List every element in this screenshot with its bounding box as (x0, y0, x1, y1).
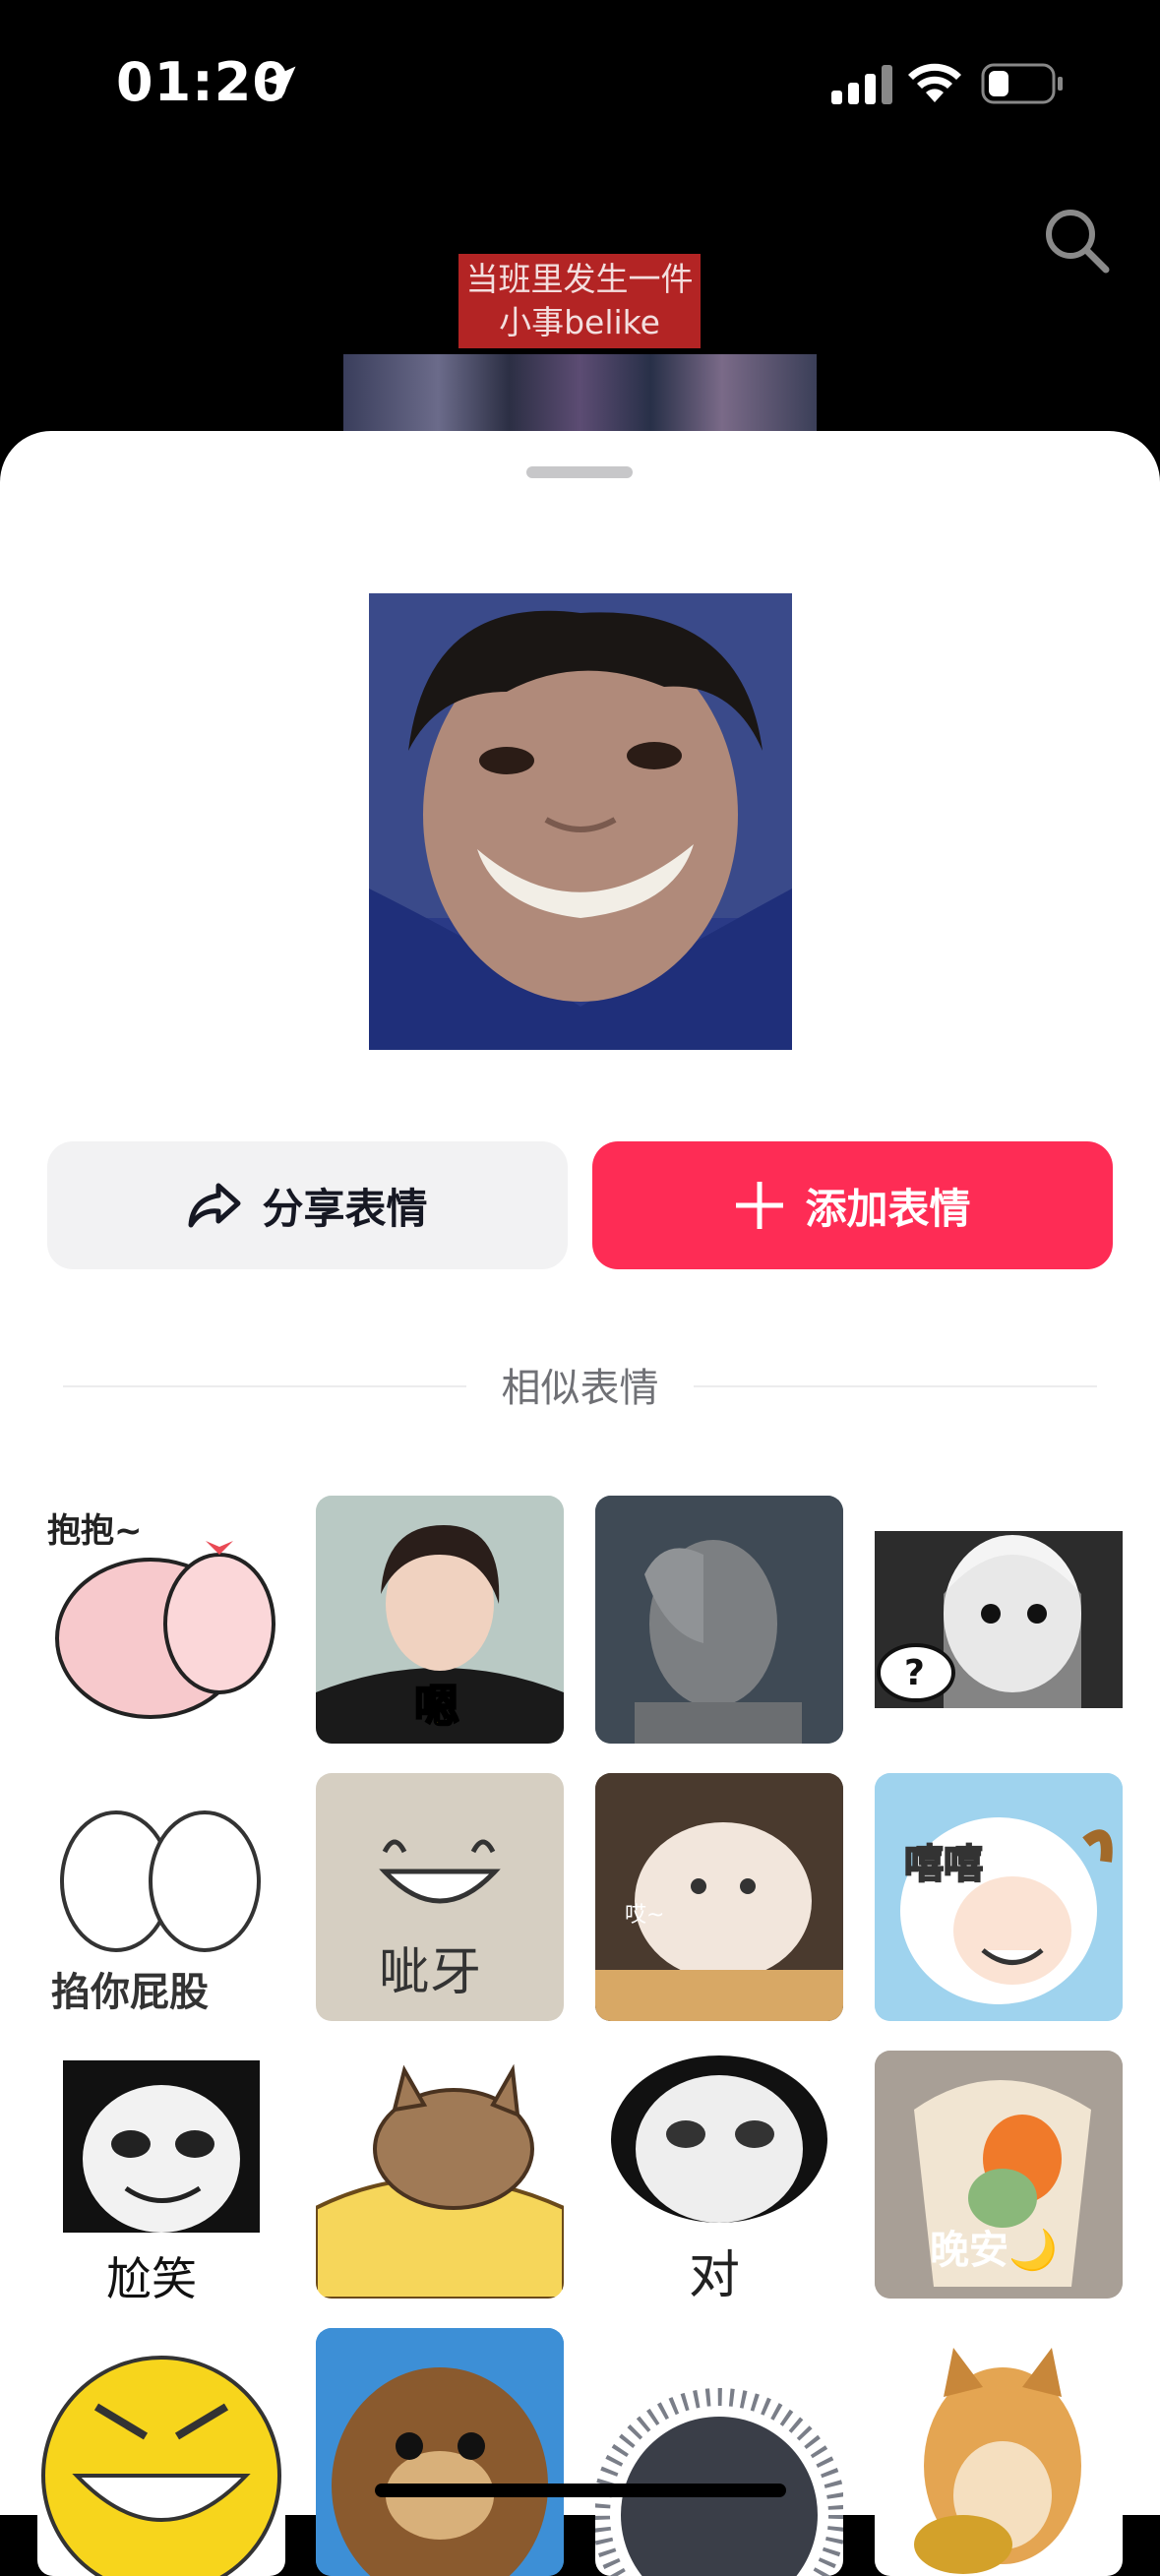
search-icon[interactable] (1043, 207, 1112, 276)
sticker-doge[interactable] (875, 2328, 1123, 2576)
wifi-icon (908, 63, 961, 102)
sticker-panda-awkward[interactable]: 尬笑 (37, 2051, 285, 2299)
sticker-label: 嘻嘻 (903, 1841, 984, 1888)
video-caption-line-2: 小事belike (499, 303, 660, 341)
status-bar: 01:20 (0, 0, 1160, 177)
sheet-grabber[interactable] (526, 466, 633, 478)
sticker-label: 哎~ (625, 1903, 665, 1928)
share-sticker-button[interactable]: 分享表情 (47, 1141, 568, 1269)
sticker-woman-nod[interactable]: 嗯 (316, 1496, 564, 1744)
cellular-signal-icon (831, 65, 892, 104)
video-caption: 当班里发生一件 小事belike (458, 254, 701, 348)
location-arrow-icon (263, 66, 296, 99)
plus-icon (736, 1182, 784, 1229)
battery-icon (981, 63, 1063, 104)
divider-left (63, 1385, 466, 1387)
sticker-anime-question[interactable]: ? (875, 1496, 1123, 1744)
video-thumbnail[interactable] (343, 354, 817, 433)
sticker-label: 对 (689, 2246, 741, 2299)
sticker-cat-sigh[interactable]: 哎~ (595, 1773, 843, 2021)
similar-stickers-title: 相似表情 (501, 1366, 659, 1411)
sticker-preview-image (369, 593, 792, 1050)
video-caption-line-1: 当班里发生一件 (465, 260, 694, 298)
sticker-yellow-grin[interactable] (37, 2328, 285, 2576)
sticker-sheep-hehe[interactable]: 嘻嘻 (875, 1773, 1123, 2021)
sticker-cat-blanket[interactable] (316, 2051, 564, 2299)
sticker-label: ? (904, 1653, 925, 1693)
sticker-label: 晚安🌙 (930, 2228, 1058, 2273)
sticker-panda-right[interactable]: 对 (595, 2051, 843, 2299)
sticker-sheet: 分享表情 添加表情 相似表情 抱抱~ 嗯 ? 掐你屁股 呲牙 哎~ 嘻嘻 尬笑 … (0, 431, 1160, 2576)
sticker-facepalm-3d[interactable] (595, 1496, 843, 1744)
sticker-pinch-butt[interactable]: 掐你屁股 (37, 1773, 285, 2021)
sticker-label: 呲牙 (379, 1943, 482, 2002)
sticker-fuzzy-ball[interactable] (595, 2328, 843, 2576)
add-sticker-button[interactable]: 添加表情 (592, 1141, 1113, 1269)
home-indicator[interactable] (375, 2484, 786, 2497)
sticker-label: 掐你屁股 (51, 1970, 209, 2015)
sticker-label: 嗯 (413, 1679, 460, 1734)
sticker-grin-text[interactable]: 呲牙 (316, 1773, 564, 2021)
share-button-label: 分享表情 (262, 1184, 428, 1233)
sticker-label: 抱抱~ (47, 1511, 143, 1551)
sticker-parrot-goodnight[interactable]: 晚安🌙 (875, 2051, 1123, 2299)
divider-right (694, 1385, 1097, 1387)
share-arrow-icon (188, 1183, 241, 1228)
similar-stickers-header: 相似表情 (0, 1356, 1160, 1415)
add-button-label: 添加表情 (805, 1184, 971, 1233)
sticker-hug-pigs[interactable]: 抱抱~ (37, 1496, 285, 1744)
sticker-bear[interactable] (316, 2328, 564, 2576)
sticker-label: 尬笑 (106, 2252, 197, 2299)
